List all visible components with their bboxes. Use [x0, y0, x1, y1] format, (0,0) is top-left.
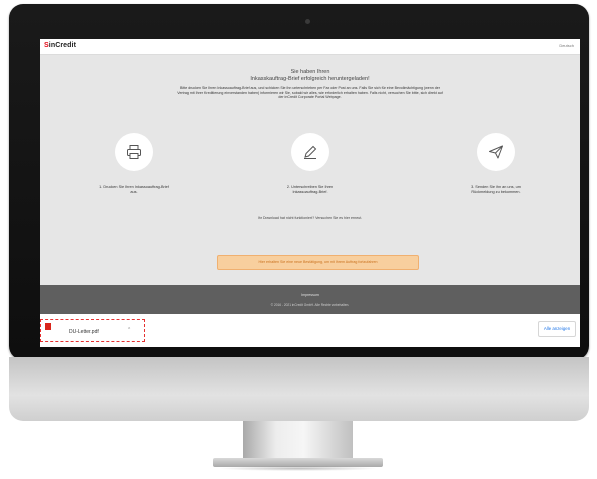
pdf-file-icon [45, 323, 51, 330]
paper-plane-icon [489, 145, 503, 159]
download-file-name: DU-Letter.pdf [69, 329, 99, 335]
monitor-chin [9, 357, 589, 421]
page-description: Bitte drucken Sie Ihren Inkassoauftrag-B… [177, 86, 443, 100]
step-2-circle [291, 133, 329, 171]
step-2-text: 2. Unterschreiben Sie Ihren Inkassoauftr… [286, 185, 334, 194]
browser-screen: SinCredit Deutsch Sie haben Ihren Inkass… [40, 39, 580, 347]
step-3-text: 3. Senden Sie ihn an uns, um Rückmeldung… [471, 185, 521, 194]
printer-icon [127, 145, 141, 159]
site-logo[interactable]: SinCredit [44, 42, 76, 49]
download-bar: DU-Letter.pdf ⌃ Alle anzeigen [40, 314, 580, 347]
monitor-frame: SinCredit Deutsch Sie haben Ihren Inkass… [9, 4, 589, 360]
chevron-up-icon[interactable]: ⌃ [127, 327, 131, 333]
stand-shadow [218, 466, 378, 471]
show-all-downloads-button[interactable]: Alle anzeigen [538, 321, 576, 337]
step-3-circle [477, 133, 515, 171]
site-footer: Impressum © 2016 - 2021 inCredit GmbH. A… [40, 285, 580, 314]
title-line-1: Sie haben Ihren [290, 69, 330, 75]
confirmation-notice-button[interactable]: Hier erhalten Sie eine neue Bestätigung,… [217, 255, 419, 270]
step-1-text: 1. Drucken Sie Ihren Inkassoauftrag-Brie… [99, 185, 169, 194]
language-selector[interactable]: Deutsch [559, 43, 574, 48]
page-title: Sie haben Ihren Inkasskauftrag-Brief erf… [190, 69, 430, 83]
title-line-2: Inkasskauftrag-Brief erfolgreich herunte… [250, 76, 370, 82]
footer-copyright: © 2016 - 2021 inCredit GmbH. Alle Rechte… [270, 303, 350, 307]
footer-imprint-link[interactable]: Impressum [40, 293, 580, 297]
site-header: SinCredit Deutsch [40, 39, 580, 55]
step-1-circle [115, 133, 153, 171]
pen-icon [304, 145, 317, 159]
download-retry-link[interactable]: Ihr Download hat nicht funktioniert? Ver… [210, 216, 410, 220]
monitor-stand-neck [243, 421, 353, 459]
webcam-icon [305, 19, 310, 24]
download-item[interactable]: DU-Letter.pdf ⌃ [40, 319, 145, 342]
